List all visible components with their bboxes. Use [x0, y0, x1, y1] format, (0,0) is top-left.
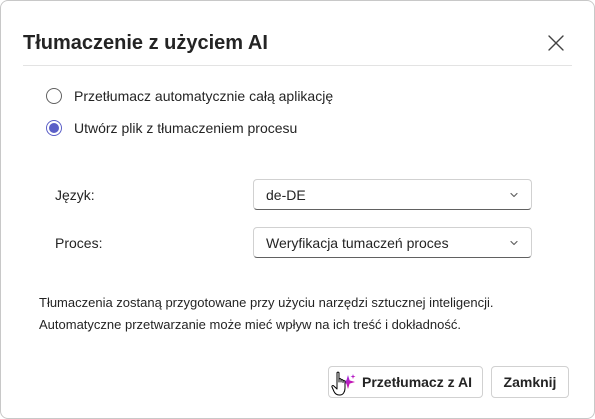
option-create-process-file[interactable]: Utwórz plik z tłumaczeniem procesu	[46, 120, 297, 136]
close-button[interactable]	[541, 28, 571, 58]
info-text: Tłumaczenia zostaną przygotowane przy uż…	[39, 292, 569, 336]
translation-dialog: Tłumaczenie z użyciem AI Przetłumacz aut…	[0, 0, 595, 419]
sparkle-icon	[339, 373, 357, 391]
radio-create-process-file[interactable]	[46, 120, 62, 136]
translate-with-ai-label: Przetłumacz z AI	[362, 374, 472, 390]
chevron-down-icon	[509, 190, 519, 200]
info-line-2: Automatyczne przetwarzanie może mieć wpł…	[39, 317, 461, 332]
translate-with-ai-button[interactable]: Przetłumacz z AI	[328, 366, 483, 398]
close-icon	[548, 35, 564, 51]
language-select[interactable]: de-DE	[253, 179, 532, 210]
language-select-value: de-DE	[266, 186, 306, 203]
close-dialog-label: Zamknij	[503, 374, 557, 390]
radio-translate-app[interactable]	[46, 88, 62, 104]
header-divider	[23, 65, 572, 66]
option-translate-app-label: Przetłumacz automatycznie całą aplikację	[74, 88, 334, 104]
process-select-value: Weryfikacja tumaczeń proces	[266, 234, 449, 251]
option-create-process-file-label: Utwórz plik z tłumaczeniem procesu	[74, 120, 298, 136]
process-select[interactable]: Weryfikacja tumaczeń proces	[253, 227, 532, 258]
option-translate-app[interactable]: Przetłumacz automatycznie całą aplikację	[46, 88, 333, 104]
info-line-1: Tłumaczenia zostaną przygotowane przy uż…	[39, 295, 494, 310]
dialog-title: Tłumaczenie z użyciem AI	[23, 32, 268, 54]
close-dialog-button[interactable]: Zamknij	[491, 366, 569, 398]
process-label: Proces:	[55, 235, 103, 251]
chevron-down-icon	[509, 238, 519, 248]
language-label: Język:	[55, 187, 95, 203]
